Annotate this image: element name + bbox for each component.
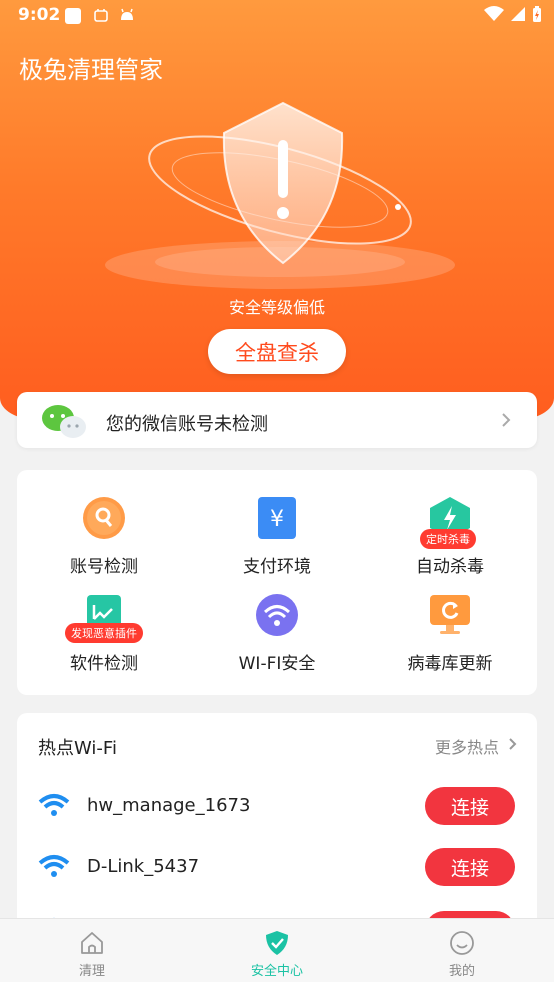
wechat-check-text: 您的微信账号未检测 xyxy=(106,414,268,435)
wifi-name: D-Link_5437 xyxy=(87,856,200,877)
feature-wifi-security[interactable]: WI-FI安全 xyxy=(197,571,357,674)
smile-icon xyxy=(449,930,475,960)
cell-signal-icon xyxy=(511,7,525,21)
home-icon xyxy=(79,930,105,960)
wifi-icon xyxy=(255,593,299,637)
tab-label: 安全中心 xyxy=(250,964,303,979)
wifi-icon xyxy=(38,793,70,821)
status-bar: 9:02 xyxy=(0,0,554,30)
feature-label: WI-FI安全 xyxy=(238,654,316,674)
software-check-badge: 发现恶意插件 xyxy=(65,623,143,643)
feature-virus-db-update[interactable]: 病毒库更新 xyxy=(370,571,530,674)
more-hotspots-link[interactable]: 更多热点 xyxy=(435,734,499,758)
android-robot-icon xyxy=(119,7,135,27)
battery-icon xyxy=(533,6,541,22)
tab-label: 清理 xyxy=(78,964,105,979)
connect-button[interactable]: 连接 xyxy=(425,787,515,825)
wifi-list-item[interactable]: hw_manage_1673 连接 xyxy=(17,785,537,827)
status-time: 9:02 xyxy=(18,5,61,25)
chevron-right-icon xyxy=(501,412,511,432)
feature-software-check[interactable]: 发现恶意插件 软件检测 xyxy=(24,571,184,674)
tab-label: 我的 xyxy=(448,964,475,979)
app-title: 极兔清理管家 xyxy=(19,56,163,84)
feature-label: 软件检测 xyxy=(70,654,138,674)
wifi-signal-icon xyxy=(484,6,504,21)
shield-illustration xyxy=(100,95,460,295)
status-right-icons xyxy=(484,5,542,23)
shield-check-icon xyxy=(264,930,290,960)
app-notification-icon xyxy=(64,7,82,29)
feature-payment-env[interactable]: ¥ 支付环境 xyxy=(197,474,357,577)
key-search-icon xyxy=(82,496,126,540)
tab-security-center[interactable]: 安全中心 xyxy=(185,919,369,982)
wechat-check-card[interactable]: 您的微信账号未检测 xyxy=(17,392,537,448)
yuan-icon: ¥ xyxy=(255,496,299,540)
feature-auto-antivirus[interactable]: 定时杀毒 自动杀毒 xyxy=(370,474,530,577)
android-notification-icon xyxy=(93,7,109,27)
security-level-text: 安全等级偏低 xyxy=(228,298,325,317)
wifi-name: hw_manage_1673 xyxy=(87,795,251,816)
feature-account-check[interactable]: 账号检测 xyxy=(24,474,184,577)
feature-label: 病毒库更新 xyxy=(407,654,493,674)
svg-text:¥: ¥ xyxy=(270,507,284,532)
wifi-list-item[interactable]: D-Link_5437 连接 xyxy=(17,846,537,888)
auto-antivirus-badge: 定时杀毒 xyxy=(420,529,476,549)
chevron-right-icon[interactable] xyxy=(508,736,517,755)
hotspot-title: 热点Wi-Fi xyxy=(38,738,117,759)
bottom-tab-bar: 清理 安全中心 我的 xyxy=(0,918,554,982)
wechat-icon xyxy=(41,403,87,443)
connect-button[interactable]: 连接 xyxy=(425,848,515,886)
refresh-monitor-icon xyxy=(428,593,472,637)
wifi-icon xyxy=(38,854,70,882)
tab-mine[interactable]: 我的 xyxy=(370,919,554,982)
tab-clean[interactable]: 清理 xyxy=(0,919,184,982)
hotspot-wifi-card: 热点Wi-Fi 更多热点 hw_manage_1673 连接 D-Link_54… xyxy=(17,713,537,943)
feature-grid: 账号检测 ¥ 支付环境 定时杀毒 自动杀毒 发现恶意插件 软件检测 WI-FI安… xyxy=(17,470,537,695)
full-scan-button[interactable]: 全盘查杀 xyxy=(208,329,346,374)
